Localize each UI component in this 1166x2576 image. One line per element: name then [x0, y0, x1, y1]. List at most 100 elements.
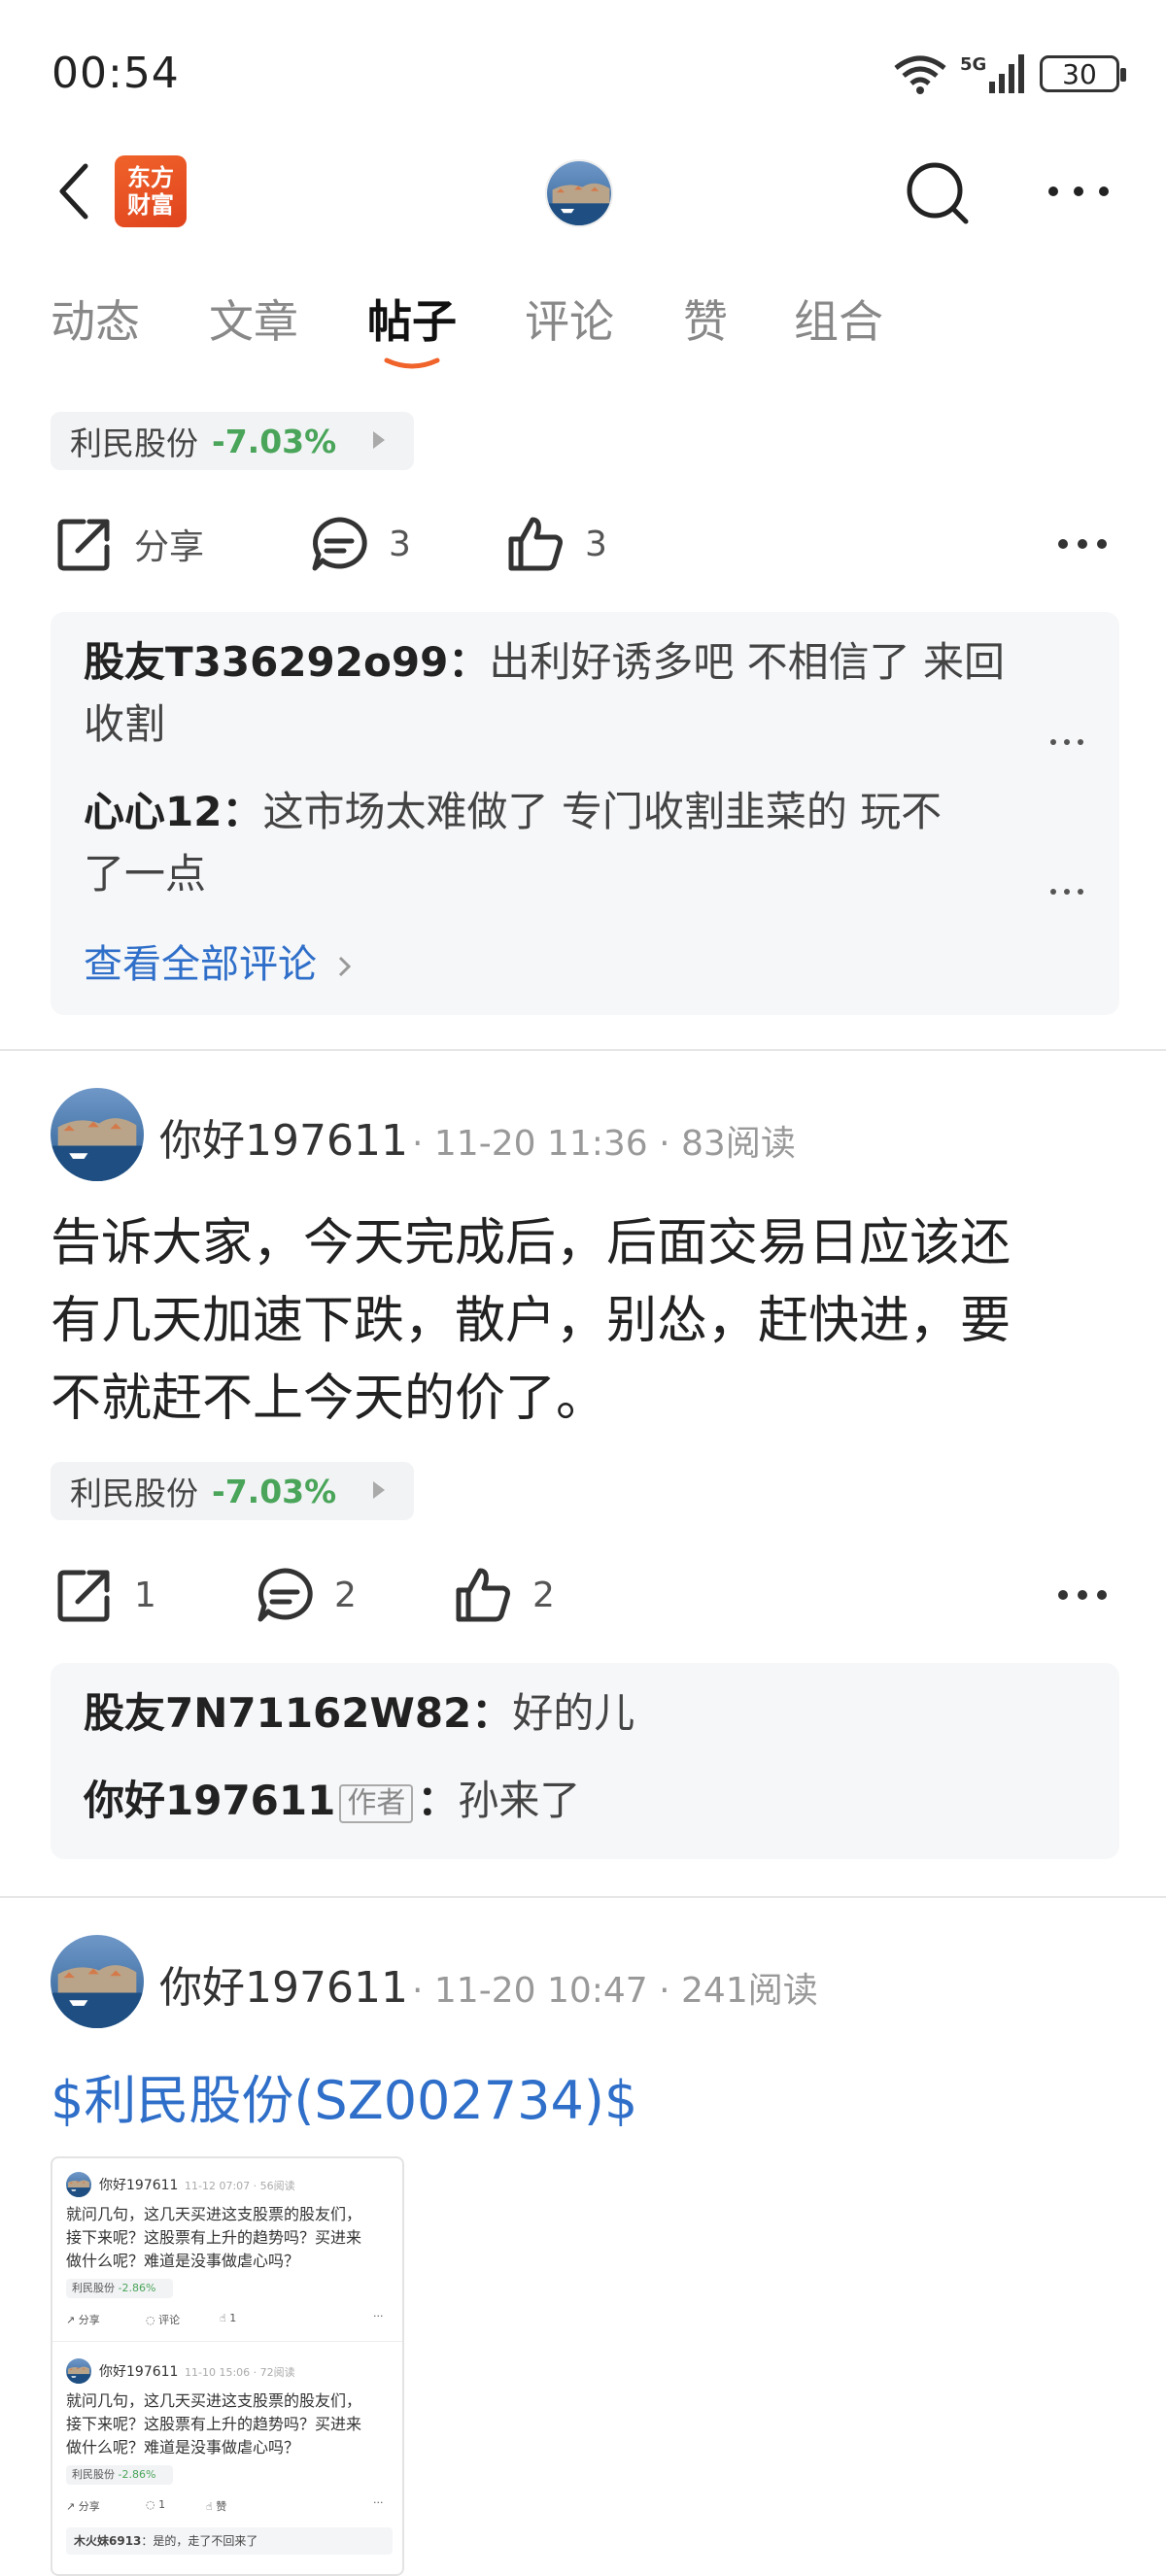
tab-dynamics[interactable]: 动态: [51, 287, 140, 351]
thumb-body-line: 做什么呢？难道是没事做虐心吗？: [66, 2438, 300, 2457]
stock-name: 利民股份: [70, 424, 198, 462]
tab-comments[interactable]: 评论: [525, 287, 614, 351]
post-date: 11-20 11:36: [433, 1124, 648, 1164]
status-bar: 00:54 5G 30: [0, 0, 1166, 146]
post-more-icon[interactable]: [1053, 1577, 1112, 1612]
thumb-comment: ◌ 评论: [146, 2314, 181, 2326]
stock-topic-link[interactable]: $利民股份(SZ002734)$: [51, 2057, 637, 2134]
post-header: 你好197611 · 11-20 11:36 · 83阅读: [51, 1088, 1119, 1185]
stock-change: -7.03%: [212, 1472, 337, 1510]
stock-name: 利民股份: [70, 1474, 198, 1512]
comment-preview-box: 股友7N71162W82：好的儿 你好197611 作者 ：孙来了: [51, 1663, 1119, 1859]
thumb-stock-chip: 利民股份 -2.86%: [66, 2465, 173, 2485]
stock-change: -7.03%: [212, 422, 337, 460]
like-button[interactable]: 2: [453, 1556, 555, 1634]
post-more-icon[interactable]: [1053, 526, 1112, 561]
comment-count: 2: [334, 1575, 357, 1615]
tab-portfolio[interactable]: 组合: [794, 287, 883, 351]
post-divider: [0, 1896, 1166, 1898]
comment-item[interactable]: 股友7N71162W82：好的儿: [84, 1682, 1055, 1745]
comment-item[interactable]: 心心12：这市场太难做了 专门收割韭菜的 玩不 了一点: [84, 781, 1055, 905]
view-all-label: 查看全部评论: [84, 942, 317, 987]
thumb-stock-change: -2.86%: [118, 2282, 156, 2294]
thumb-body-line: 接下来呢？这股票有上升的趋势吗？买进来: [66, 2415, 362, 2433]
thumb-avatar: [66, 2358, 91, 2384]
battery-indicator: 30: [1040, 55, 1126, 92]
tab-bar: 动态 文章 帖子 评论 赞 组合: [0, 287, 1166, 374]
thumb-comment-box: 木火妹6913：是的，走了不回来了: [66, 2527, 393, 2555]
comment-item[interactable]: 股友T336292o99：出利好诱多吧 不相信了 来回 收割: [84, 631, 1055, 756]
tab-articles[interactable]: 文章: [209, 287, 298, 351]
comment-text: 出利好诱多吧 不相信了 来回: [489, 638, 1006, 686]
post-image[interactable]: 你好197611 11-12 07:07 · 56阅读 就问几句，这几天买进这支…: [51, 2156, 404, 2576]
thumb-body-line: 就问几句，这几天买进这支股票的股友们，: [66, 2391, 362, 2410]
thumb-share-label: 分享: [78, 2314, 100, 2326]
comment-text: 好的儿: [512, 1689, 635, 1737]
user-avatar[interactable]: [51, 1088, 144, 1181]
share-button[interactable]: 1: [54, 1556, 156, 1634]
comment-button[interactable]: 3: [309, 505, 411, 583]
like-button[interactable]: 3: [505, 505, 607, 583]
share-icon: [57, 1570, 110, 1622]
share-button[interactable]: 分享: [54, 505, 204, 583]
logo-text-top: 东方: [127, 164, 174, 191]
comment-author[interactable]: 心心12: [84, 788, 222, 835]
app-logo: 东方 财富: [115, 155, 187, 227]
post-date: 11-20 10:47: [433, 1971, 648, 2011]
stock-chip[interactable]: 利民股份 -7.03%: [51, 412, 414, 470]
profile-avatar[interactable]: [545, 159, 613, 227]
thumb-stock-chip: 利民股份 -2.86%: [66, 2279, 173, 2298]
thumb-meta: 11-10 15:06 · 72阅读: [185, 2366, 295, 2379]
battery-level: 30: [1062, 57, 1097, 90]
post-author[interactable]: 你好197611: [159, 1952, 408, 2015]
search-icon[interactable]: [904, 159, 972, 227]
chevron-right-icon: [338, 956, 351, 977]
comment-author[interactable]: 股友T336292o99: [84, 638, 448, 686]
thumb-stock-name: 利民股份: [72, 2468, 115, 2481]
user-avatar[interactable]: [51, 1935, 144, 2028]
post-reads: 241阅读: [681, 1971, 818, 2011]
comment-author[interactable]: 你好197611: [84, 1777, 335, 1824]
post-body[interactable]: 告诉大家，今天完成后，后面交易日应该还 有几天加速下跌，散户，别怂，赶快进，要 …: [51, 1204, 1119, 1438]
thumb-meta: 11-12 07:07 · 56阅读: [185, 2180, 295, 2192]
thumbs-up-icon: [508, 517, 563, 571]
expand-dots-icon[interactable]: [1047, 886, 1086, 898]
more-options-icon[interactable]: [1040, 167, 1117, 216]
view-all-comments-link[interactable]: 查看全部评论: [84, 932, 355, 989]
thumb-like: ☝ 赞: [206, 2500, 227, 2513]
thumb-like-count: 1: [229, 2312, 237, 2324]
post-meta: · 11-20 11:36 · 83阅读: [412, 1124, 796, 1164]
thumb-avatar: [66, 2172, 91, 2197]
tab-likes[interactable]: 赞: [683, 287, 728, 351]
thumb-comment-label: 评论: [158, 2314, 181, 2326]
thumb-comment: ◌ 1: [146, 2498, 166, 2511]
svg-text:5G: 5G: [960, 54, 986, 75]
post-reads: 83阅读: [681, 1124, 796, 1164]
stock-chip[interactable]: 利民股份 -7.03%: [51, 1462, 414, 1520]
thumb-body: 就问几句，这几天买进这支股票的股友们， 接下来呢？这股票有上升的趋势吗？买进来 …: [66, 2390, 393, 2459]
back-icon[interactable]: [51, 160, 99, 222]
share-count: 1: [134, 1575, 156, 1615]
tab-posts[interactable]: 帖子: [367, 287, 457, 351]
active-tab-indicator: [384, 357, 440, 369]
post-meta: · 11-20 10:47 · 241阅读: [412, 1971, 818, 2011]
thumb-more-icon: ···: [373, 2310, 384, 2322]
comment-author[interactable]: 股友7N71162W82: [84, 1689, 471, 1737]
thumb-author: 你好197611: [99, 2178, 179, 2193]
signal-5g-icon: 5G: [960, 54, 1024, 93]
wifi-icon: [894, 55, 946, 94]
expand-dots-icon[interactable]: [1047, 736, 1086, 748]
post-divider: [0, 1049, 1166, 1051]
like-count: 3: [585, 524, 607, 564]
thumb-like: ☝ 1: [220, 2312, 237, 2324]
thumb-author: 你好197611: [99, 2364, 179, 2380]
comment-text: 这市场太难做了 专门收割韭菜的 玩不: [262, 788, 943, 835]
comment-button[interactable]: 2: [255, 1556, 357, 1634]
status-icons: 5G 30: [892, 47, 1126, 101]
post-body-line: 有几天加速下跌，散户，别怂，赶快进，要: [51, 1292, 1012, 1350]
comment-text-cont: 了一点: [84, 850, 207, 898]
thumb-divider: [52, 2341, 402, 2342]
comment-item[interactable]: 你好197611 作者 ：孙来了: [84, 1770, 1055, 1832]
post-author[interactable]: 你好197611: [159, 1105, 408, 1168]
comment-text-cont: 收割: [84, 700, 166, 748]
